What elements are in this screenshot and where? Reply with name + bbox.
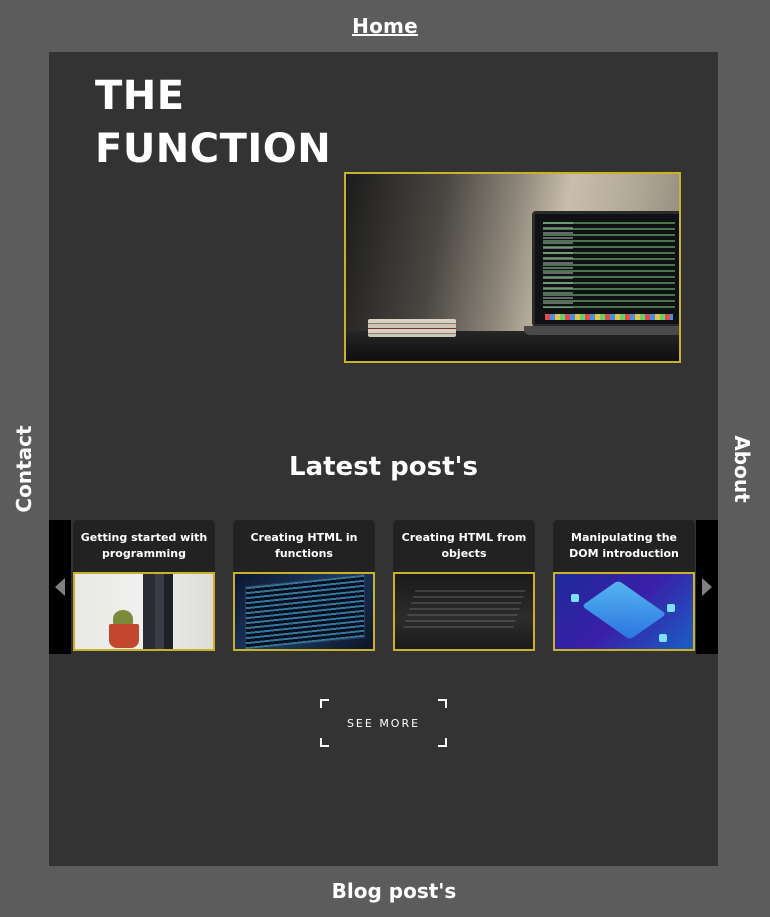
post-card-image[interactable] bbox=[393, 572, 535, 651]
corner-bracket bbox=[320, 738, 329, 747]
carousel-next-button[interactable] bbox=[696, 520, 718, 654]
hero-code-lines bbox=[543, 222, 675, 308]
image-isometric-device bbox=[581, 580, 667, 640]
chevron-right-icon bbox=[702, 578, 712, 596]
see-more-label[interactable]: SEE MORE bbox=[347, 717, 420, 730]
hero-dock bbox=[545, 314, 673, 320]
chevron-left-icon bbox=[55, 578, 65, 596]
site-title-line2: FUNCTION bbox=[95, 126, 332, 172]
corner-bracket bbox=[438, 699, 447, 708]
post-card[interactable]: Getting started with programming bbox=[73, 520, 215, 651]
site-title: THE FUNCTION bbox=[95, 70, 331, 176]
latest-posts-heading: Latest post's bbox=[289, 452, 478, 482]
post-card[interactable]: Manipulating the DOM introduction bbox=[553, 520, 695, 651]
nav-blog-link[interactable]: Blog post's bbox=[0, 879, 770, 903]
post-card-title[interactable]: Manipulating the DOM introduction bbox=[553, 520, 695, 572]
post-card-title[interactable]: Creating HTML from objects bbox=[393, 520, 535, 572]
corner-bracket bbox=[320, 699, 329, 708]
nav-about-link[interactable]: About bbox=[730, 435, 754, 502]
image-pot bbox=[109, 624, 139, 648]
post-card-image[interactable] bbox=[553, 572, 695, 651]
image-node bbox=[659, 634, 667, 642]
image-code-screen bbox=[402, 590, 526, 630]
image-shelf bbox=[143, 574, 173, 649]
post-card-title[interactable]: Creating HTML in functions bbox=[233, 520, 375, 572]
image-node bbox=[571, 594, 579, 602]
hero-laptop-base bbox=[524, 326, 679, 335]
post-card-image[interactable] bbox=[73, 572, 215, 651]
nav-home-link[interactable]: Home bbox=[0, 14, 770, 38]
hero-laptop-screen bbox=[532, 211, 679, 327]
image-node bbox=[667, 604, 675, 612]
image-code-screen bbox=[245, 574, 365, 649]
carousel-prev-button[interactable] bbox=[49, 520, 71, 654]
nav-contact-link[interactable]: Contact bbox=[12, 425, 36, 512]
post-card[interactable]: Creating HTML from objects bbox=[393, 520, 535, 651]
nav-home-label[interactable]: Home bbox=[352, 14, 418, 38]
corner-bracket bbox=[438, 738, 447, 747]
hero-image bbox=[344, 172, 681, 363]
main-panel: THE FUNCTION Latest post's Getting start… bbox=[49, 52, 718, 866]
post-card[interactable]: Creating HTML in functions bbox=[233, 520, 375, 651]
site-title-line1: THE bbox=[95, 73, 185, 119]
see-more-button[interactable]: SEE MORE bbox=[320, 699, 447, 747]
post-card-image[interactable] bbox=[233, 572, 375, 651]
post-card-title[interactable]: Getting started with programming bbox=[73, 520, 215, 572]
hero-books bbox=[368, 319, 456, 337]
